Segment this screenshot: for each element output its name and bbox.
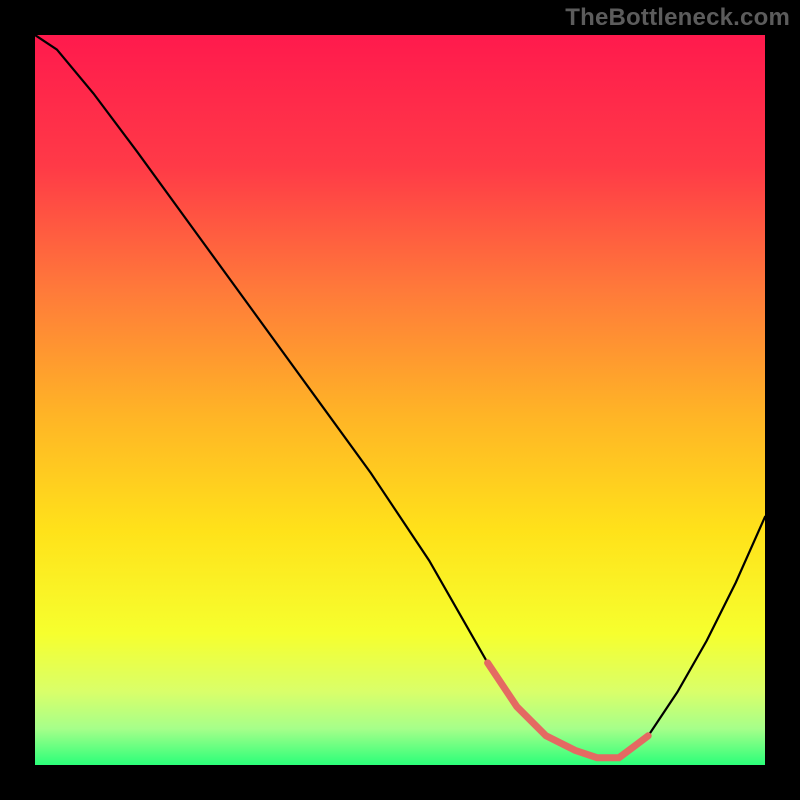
highlight-segment [488,663,649,758]
plot-area [35,35,765,765]
curve-layer [35,35,765,765]
bottleneck-curve [35,35,765,758]
chart-canvas: TheBottleneck.com [0,0,800,800]
watermark-label: TheBottleneck.com [565,4,790,32]
